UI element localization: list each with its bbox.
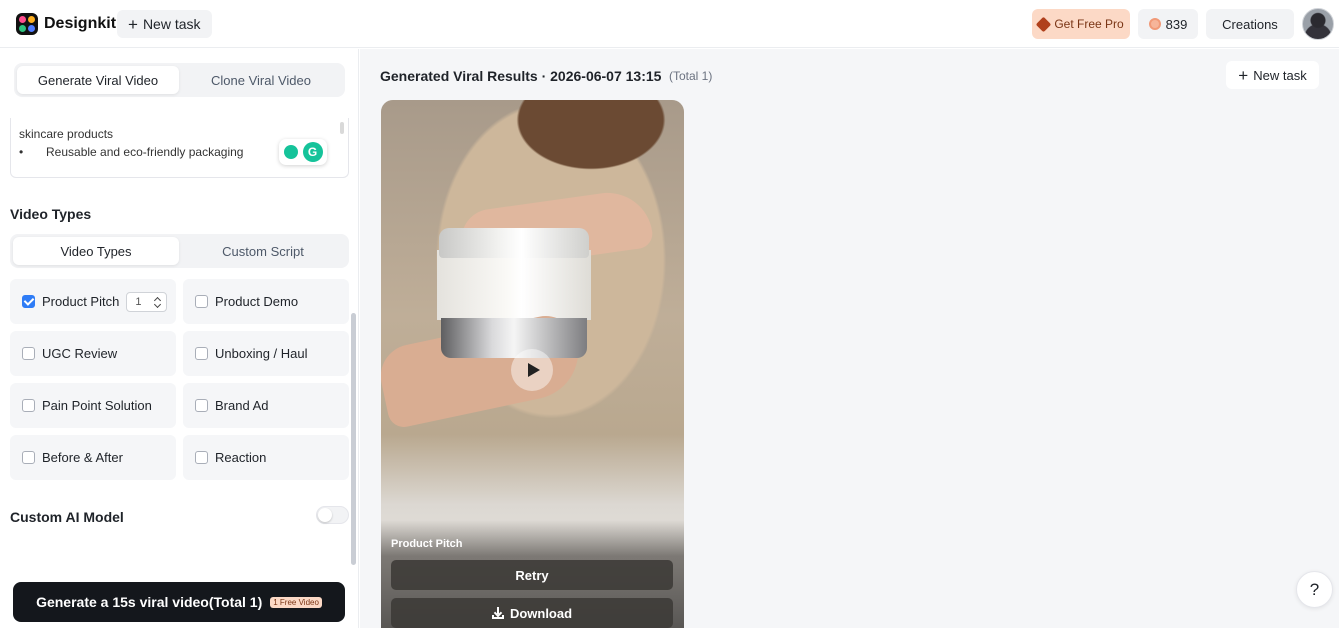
user-avatar[interactable] bbox=[1302, 8, 1334, 40]
video-type-pain-point-solution[interactable]: Pain Point Solution bbox=[10, 383, 176, 428]
credits-count: 839 bbox=[1165, 16, 1188, 32]
checkbox[interactable] bbox=[195, 399, 208, 412]
diamond-icon bbox=[1036, 16, 1052, 32]
thumbnail-jar bbox=[437, 250, 591, 320]
sidebar-scrollbar[interactable] bbox=[351, 313, 356, 565]
tab-generate-viral-video[interactable]: Generate Viral Video bbox=[17, 66, 179, 94]
free-video-badge: 1 Free Video bbox=[270, 596, 322, 608]
checkbox[interactable] bbox=[22, 347, 35, 360]
video-result-card[interactable]: Product Pitch Retry Download bbox=[381, 100, 684, 628]
checkbox[interactable] bbox=[195, 451, 208, 464]
creations-button[interactable]: Creations bbox=[1206, 9, 1294, 39]
play-icon bbox=[527, 363, 540, 377]
play-button[interactable] bbox=[511, 349, 553, 391]
video-type-before-after[interactable]: Before & After bbox=[10, 435, 176, 480]
help-button[interactable]: ? bbox=[1296, 571, 1333, 608]
grammarly-icon: G bbox=[302, 142, 323, 162]
results-total: (Total 1) bbox=[669, 69, 713, 83]
logo-text: Designkit bbox=[44, 15, 117, 32]
retry-label: Retry bbox=[515, 567, 549, 583]
custom-ai-model-toggle[interactable] bbox=[316, 506, 349, 524]
video-type-label: Pain Point Solution bbox=[42, 398, 152, 413]
video-type-tabs: Video Types Custom Script bbox=[10, 234, 349, 268]
video-type-label: Product Demo bbox=[215, 294, 299, 309]
download-icon bbox=[491, 607, 504, 619]
results-area: Generated Viral Results · 2026-06-07 13:… bbox=[360, 49, 1339, 628]
description-line: skincare products bbox=[19, 127, 114, 141]
video-types-heading: Video Types bbox=[10, 206, 92, 222]
new-task-button[interactable]: + New task bbox=[1226, 61, 1319, 89]
video-type-product-pitch[interactable]: Product Pitch 1 bbox=[10, 279, 176, 324]
tab-video-types[interactable]: Video Types bbox=[13, 237, 179, 265]
download-button[interactable]: Download bbox=[391, 598, 673, 628]
video-type-label: Reaction bbox=[215, 450, 267, 465]
checkbox-checked[interactable] bbox=[22, 295, 35, 308]
results-title: Generated Viral Results · 2026-06-07 13:… bbox=[380, 68, 662, 84]
header-new-task-label: New task bbox=[142, 16, 201, 32]
video-type-product-demo[interactable]: Product Demo bbox=[183, 279, 349, 324]
video-type-unboxing-haul[interactable]: Unboxing / Haul bbox=[183, 331, 349, 376]
header-new-task-button[interactable]: + New task bbox=[117, 10, 212, 38]
stepper-value: 1 bbox=[135, 295, 142, 308]
app-logo[interactable]: Designkit bbox=[16, 13, 116, 35]
checkbox[interactable] bbox=[195, 347, 208, 360]
video-type-label: Product Pitch bbox=[42, 294, 120, 309]
video-type-tag: Product Pitch bbox=[391, 538, 463, 550]
retry-button[interactable]: Retry bbox=[391, 560, 673, 590]
get-free-pro-label: Get Free Pro bbox=[1054, 17, 1124, 31]
quantity-stepper[interactable]: 1 bbox=[126, 291, 168, 312]
video-type-ugc-review[interactable]: UGC Review bbox=[10, 331, 176, 376]
help-icon: ? bbox=[1309, 579, 1320, 599]
description-line-text: Reusable and eco-friendly packaging bbox=[46, 145, 244, 159]
plus-icon: + bbox=[128, 14, 138, 34]
top-header: Designkit + New task Get Free Pro 839 Cr… bbox=[0, 0, 1339, 48]
thumbnail-jar-lid bbox=[439, 228, 589, 258]
generate-video-button[interactable]: Generate a 15s viral video(Total 1) 1 Fr… bbox=[13, 582, 345, 622]
lightbulb-icon bbox=[283, 145, 298, 159]
grammarly-widget[interactable]: G bbox=[279, 139, 327, 165]
generate-button-label: Generate a 15s viral video(Total 1) bbox=[36, 594, 263, 610]
plus-icon: + bbox=[1238, 65, 1249, 85]
product-description-textarea[interactable]: skincare products • Reusable and eco-fri… bbox=[10, 118, 349, 178]
video-type-label: Before & After bbox=[42, 450, 123, 465]
download-label: Download bbox=[509, 605, 573, 621]
description-line: Reusable and eco-friendly packaging bbox=[19, 143, 243, 161]
video-type-label: Brand Ad bbox=[215, 398, 269, 413]
video-type-brand-ad[interactable]: Brand Ad bbox=[183, 383, 349, 428]
description-scrollbar[interactable] bbox=[340, 122, 344, 134]
credits-button[interactable]: 839 bbox=[1138, 9, 1198, 39]
checkbox[interactable] bbox=[22, 451, 35, 464]
thumbnail-jar-base bbox=[441, 318, 587, 358]
custom-ai-model-label: Custom AI Model bbox=[10, 509, 124, 525]
tab-custom-script[interactable]: Custom Script bbox=[180, 237, 346, 265]
video-type-label: UGC Review bbox=[42, 346, 118, 361]
mode-tabs: Generate Viral Video Clone Viral Video bbox=[14, 63, 345, 97]
chevron-down-icon[interactable] bbox=[154, 300, 162, 308]
checkbox[interactable] bbox=[195, 295, 208, 308]
get-free-pro-button[interactable]: Get Free Pro bbox=[1032, 9, 1130, 39]
tab-clone-viral-video[interactable]: Clone Viral Video bbox=[180, 66, 342, 94]
video-type-reaction[interactable]: Reaction bbox=[183, 435, 349, 480]
new-task-label: New task bbox=[1253, 67, 1307, 83]
video-type-label: Unboxing / Haul bbox=[215, 346, 308, 361]
checkbox[interactable] bbox=[22, 399, 35, 412]
creations-label: Creations bbox=[1222, 16, 1278, 32]
coin-icon bbox=[1148, 18, 1161, 30]
designkit-logo-icon bbox=[16, 13, 38, 35]
left-panel: Generate Viral Video Clone Viral Video s… bbox=[0, 49, 359, 628]
